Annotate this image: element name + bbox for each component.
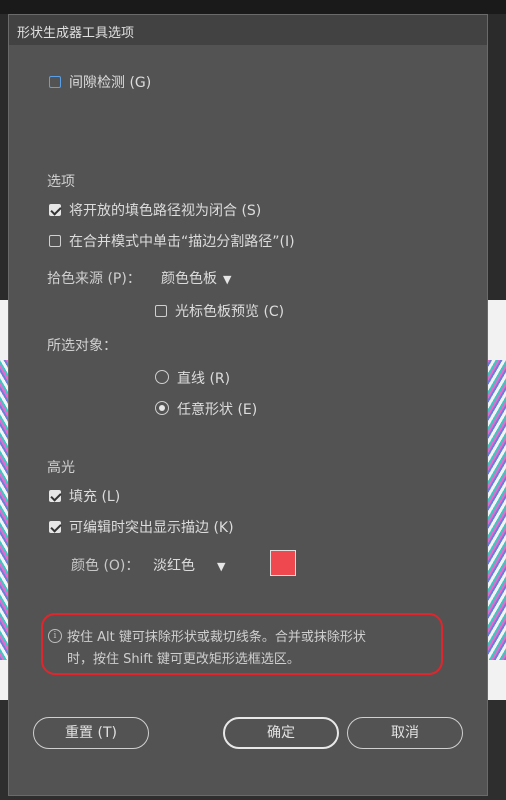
info-text: 按住 Alt 键可抹除形状或裁切线条。合并或抹除形状 时，按住 Shift 键可… bbox=[67, 627, 437, 671]
highlight-color-label: 颜色 (O)： bbox=[71, 558, 140, 574]
highlight-stroke-label: 可编辑时突出显示描边 (K) bbox=[69, 520, 234, 536]
info-text-line-1: 按住 Alt 键可抹除形状或裁切线条。合并或抹除形状 bbox=[67, 630, 366, 645]
options-heading: 选项 bbox=[47, 174, 75, 190]
freeform-radio[interactable] bbox=[155, 401, 169, 415]
click-stroke-split-checkbox[interactable] bbox=[49, 235, 61, 247]
treat-open-paths-label: 将开放的填色路径视为闭合 (S) bbox=[69, 203, 262, 219]
highlight-heading: 高光 bbox=[47, 460, 75, 476]
click-stroke-split-label: 在合并模式中单击“描边分割路径”(I) bbox=[69, 234, 295, 250]
dialog-title: 形状生成器工具选项 bbox=[17, 26, 135, 41]
cursor-swatch-preview-checkbox[interactable] bbox=[155, 305, 167, 317]
shape-builder-options-dialog: 形状生成器工具选项 间隙检测 (G) 选项 将开放的填色路径视为闭合 (S) 在… bbox=[8, 14, 488, 796]
reset-button[interactable]: 重置 (T) bbox=[33, 717, 149, 749]
pick-color-from-dropdown[interactable]: 颜色色板 ▼ bbox=[161, 268, 231, 288]
chevron-down-icon: ▼ bbox=[217, 560, 226, 573]
background-artwork-right bbox=[486, 360, 506, 660]
fill-label: 填充 (L) bbox=[69, 489, 121, 505]
highlight-stroke-checkbox[interactable] bbox=[49, 521, 61, 533]
pick-color-from-value: 颜色色板 bbox=[161, 271, 217, 287]
fill-checkbox[interactable] bbox=[49, 490, 61, 502]
highlight-color-swatch[interactable] bbox=[270, 550, 296, 576]
treat-open-paths-checkbox[interactable] bbox=[49, 204, 61, 216]
highlight-color-dropdown[interactable]: 淡红色 ▼ bbox=[153, 555, 225, 575]
pick-color-from-label: 拾色来源 (P)： bbox=[47, 271, 141, 287]
cursor-swatch-preview-label: 光标色板预览 (C) bbox=[175, 304, 285, 320]
background-menu-bar bbox=[0, 0, 506, 14]
ok-button[interactable]: 确定 bbox=[223, 717, 339, 749]
cancel-button[interactable]: 取消 bbox=[347, 717, 463, 749]
highlight-color-value: 淡红色 bbox=[153, 558, 195, 574]
gap-detection-checkbox[interactable] bbox=[49, 76, 61, 88]
chevron-down-icon: ▼ bbox=[223, 273, 232, 286]
straight-radio[interactable] bbox=[155, 370, 169, 384]
gap-detection-label: 间隙检测 (G) bbox=[69, 75, 152, 91]
freeform-label: 任意形状 (E) bbox=[177, 402, 258, 418]
info-text-line-2: 时，按住 Shift 键可更改矩形选框选区。 bbox=[67, 652, 300, 667]
straight-label: 直线 (R) bbox=[177, 371, 231, 387]
dialog-titlebar[interactable]: 形状生成器工具选项 bbox=[9, 15, 487, 45]
selection-heading: 所选对象： bbox=[47, 338, 117, 354]
info-icon: i bbox=[48, 629, 62, 643]
